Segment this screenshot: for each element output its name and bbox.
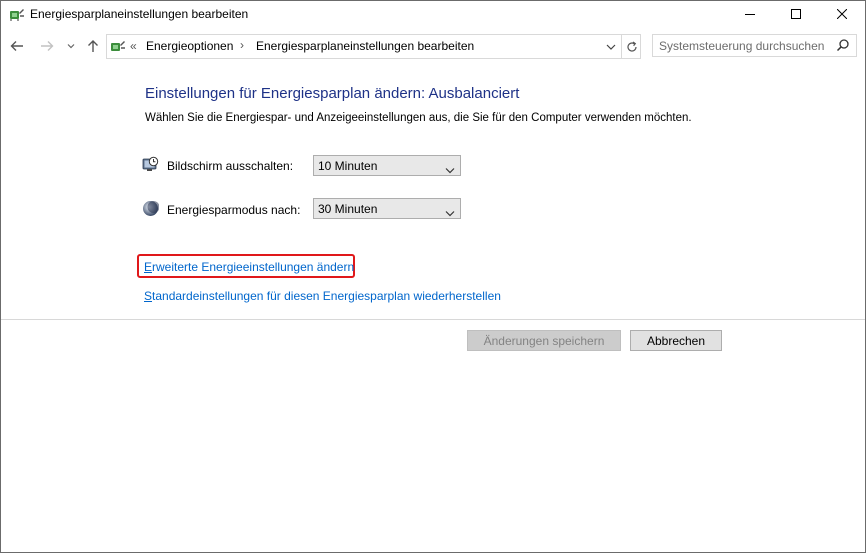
sleep-select[interactable]: 30 Minuten — [313, 198, 461, 219]
search-box[interactable] — [652, 34, 857, 57]
back-button[interactable] — [7, 34, 27, 58]
divider — [1, 319, 865, 320]
page-title: Einstellungen für Energiesparplan ändern… — [145, 85, 520, 102]
breadcrumb-energieoptionen[interactable]: Energieoptionen — [146, 39, 233, 53]
cancel-button[interactable]: Abbrechen — [630, 330, 722, 351]
refresh-icon — [626, 41, 637, 52]
refresh-button[interactable] — [621, 35, 641, 58]
setting-label-sleep: Energiesparmodus nach: — [167, 203, 301, 217]
restore-defaults-link[interactable]: Standardeinstellungen für diesen Energie… — [144, 289, 501, 303]
up-button[interactable] — [83, 34, 103, 58]
address-bar[interactable]: « Energieoptionen › Energiesparplaneinst… — [106, 34, 641, 59]
chevron-down-icon — [445, 161, 455, 179]
address-dropdown-button[interactable] — [601, 35, 621, 58]
recent-locations-button[interactable] — [64, 34, 78, 58]
chevron-down-icon — [445, 204, 455, 222]
setting-label-display-off: Bildschirm ausschalten: — [167, 159, 294, 173]
forward-button[interactable] — [37, 34, 57, 58]
advanced-settings-link-text: rweiterte Energieeinstellungen ändern — [152, 260, 355, 274]
advanced-settings-link-accesskey: E — [144, 260, 153, 274]
power-options-icon — [110, 38, 126, 54]
navigation-bar: « Energieoptionen › Energiesparplaneinst… — [1, 34, 865, 60]
maximize-button[interactable] — [773, 1, 818, 27]
close-button[interactable] — [819, 1, 864, 27]
moon-icon — [142, 200, 160, 217]
search-icon[interactable] — [836, 38, 852, 54]
search-input[interactable] — [659, 38, 833, 54]
save-changes-button[interactable]: Änderungen speichern — [467, 330, 621, 351]
power-options-icon — [9, 6, 25, 22]
window: Energiesparplaneinstellungen bearbeiten — [0, 0, 866, 553]
window-title: Energiesparplaneinstellungen bearbeiten — [30, 7, 249, 21]
monitor-clock-icon — [142, 156, 159, 173]
breadcrumb-current[interactable]: Energiesparplaneinstellungen bearbeiten — [256, 39, 474, 53]
display-off-select[interactable]: 10 Minuten — [313, 155, 461, 176]
restore-defaults-link-text: tandardeinstellungen für diesen Energies… — [152, 289, 501, 303]
sleep-value: 30 Minuten — [318, 202, 378, 216]
display-off-value: 10 Minuten — [318, 159, 378, 173]
page-subtitle: Wählen Sie die Energiespar- und Anzeigee… — [145, 112, 692, 124]
restore-defaults-link-accesskey: S — [144, 289, 153, 303]
title-bar: Energiesparplaneinstellungen bearbeiten — [1, 1, 865, 27]
breadcrumb-separator[interactable]: › — [240, 38, 244, 52]
advanced-settings-link[interactable]: Erweiterte Energieeinstellungen ändern — [144, 260, 354, 274]
minimize-button[interactable] — [727, 1, 772, 27]
breadcrumb-overflow[interactable]: « — [130, 39, 137, 53]
